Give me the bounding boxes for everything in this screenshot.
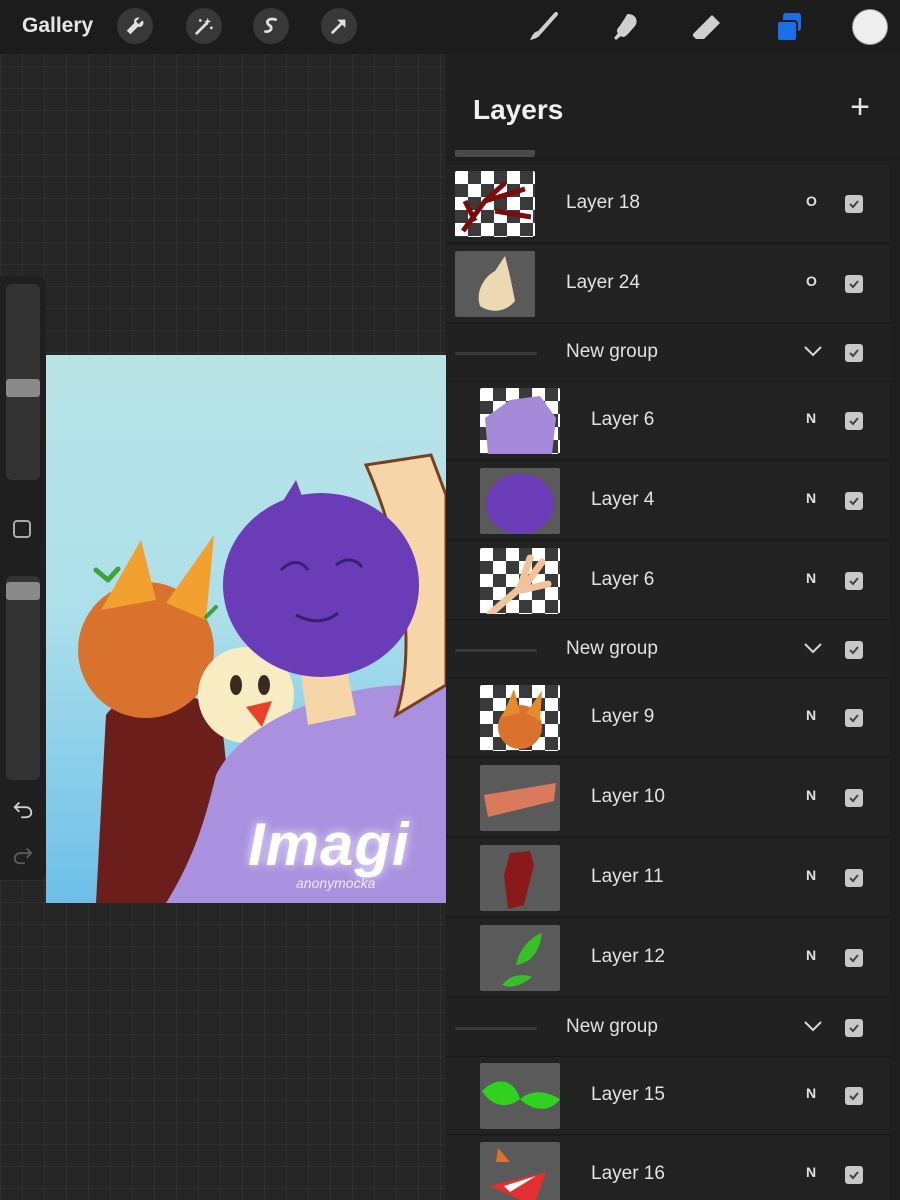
layer-row[interactable]: Layer 15 N	[446, 1056, 890, 1135]
layer-thumbnail	[480, 1062, 560, 1129]
layer-visibility-checkbox[interactable]	[845, 491, 863, 510]
layer-thumbnail	[480, 845, 560, 911]
blend-mode-button[interactable]: N	[806, 570, 816, 586]
layers-panel-title: Layers	[473, 94, 564, 125]
canvas-title-text: Imagi	[248, 811, 410, 878]
group-indicator	[455, 352, 537, 355]
blend-mode-button[interactable]: O	[806, 193, 817, 209]
blend-mode-button[interactable]: N	[806, 1164, 816, 1180]
blend-mode-button[interactable]: O	[806, 273, 817, 289]
layer-row[interactable]: Layer 18 O	[446, 165, 890, 243]
chevron-down-icon[interactable]	[802, 1015, 824, 1037]
layer-group-row[interactable]: New group	[446, 998, 890, 1057]
layer-row[interactable]: Layer 12 N	[446, 918, 890, 997]
layer-row[interactable]: Layer 24 O	[446, 245, 890, 323]
group-indicator	[455, 1026, 537, 1030]
layer-row[interactable]: Layer 10 N	[446, 759, 890, 838]
layer-name: Layer 6	[591, 568, 655, 590]
layer-visibility-checkbox[interactable]	[845, 412, 863, 430]
gallery-button[interactable]: Gallery	[22, 14, 93, 38]
group-name: New group	[566, 638, 658, 660]
layer-row[interactable]: Layer 4 N	[446, 461, 890, 540]
color-picker-button[interactable]	[852, 9, 888, 45]
modify-button[interactable]	[13, 520, 31, 538]
opacity-slider[interactable]	[6, 576, 40, 780]
layer-thumbnail	[480, 924, 560, 991]
layer-name: Layer 12	[591, 945, 665, 967]
blend-mode-button[interactable]: N	[806, 410, 816, 426]
layers-panel-header: Layers +	[446, 54, 900, 154]
left-sidebar	[0, 276, 46, 880]
layers-icon[interactable]	[771, 10, 807, 44]
blend-mode-button[interactable]: N	[806, 1085, 816, 1101]
smudge-icon[interactable]	[607, 10, 643, 44]
brush-size-slider[interactable]	[6, 284, 40, 480]
layer-name: Layer 11	[591, 866, 664, 887]
layer-visibility-checkbox[interactable]	[845, 1166, 863, 1185]
group-visibility-checkbox[interactable]	[845, 344, 863, 362]
layer-visibility-checkbox[interactable]	[845, 195, 863, 213]
group-visibility-checkbox[interactable]	[845, 641, 863, 660]
blend-mode-button[interactable]: N	[806, 490, 816, 506]
layer-visibility-checkbox[interactable]	[845, 869, 863, 887]
chevron-down-icon[interactable]	[802, 340, 824, 362]
layer-name: Layer 6	[591, 409, 655, 430]
brush-size-knob[interactable]	[6, 379, 40, 397]
layer-group-row[interactable]: New group	[446, 324, 890, 382]
group-visibility-checkbox[interactable]	[845, 1018, 863, 1037]
layer-name: Layer 10	[591, 786, 665, 808]
layer-thumbnail	[480, 388, 560, 454]
layer-name: Layer 4	[591, 488, 655, 510]
blend-mode-button[interactable]: N	[806, 947, 816, 963]
layer-group-row[interactable]: New group	[446, 621, 890, 680]
layer-thumbnail	[480, 467, 560, 534]
magic-wand-icon[interactable]	[186, 8, 222, 44]
layer-visibility-checkbox[interactable]	[845, 789, 863, 808]
undo-icon[interactable]	[12, 798, 34, 825]
eraser-icon[interactable]	[689, 10, 725, 44]
blend-mode-button[interactable]: N	[806, 787, 816, 803]
group-name: New group	[566, 341, 658, 362]
wrench-icon[interactable]	[117, 8, 153, 44]
layer-thumbnail	[480, 685, 560, 752]
layer-thumbnail	[455, 251, 535, 317]
chevron-down-icon[interactable]	[802, 637, 824, 659]
layer-name: Layer 18	[566, 192, 640, 213]
layer-thumbnail	[480, 547, 560, 614]
brush-icon[interactable]	[525, 10, 561, 44]
layer-name: Layer 15	[591, 1083, 665, 1105]
canvas-artwork[interactable]: Imagi anonymocka	[46, 355, 446, 903]
group-indicator	[455, 649, 537, 653]
selection-icon[interactable]	[253, 8, 289, 44]
transform-arrow-icon[interactable]	[321, 8, 357, 44]
layer-thumbnail	[480, 1142, 560, 1200]
layer-row[interactable]: Layer 16 N	[446, 1136, 890, 1200]
layers-panel: Layers + Layer 18 O Layer 24 O New group Laye…	[446, 54, 900, 1200]
layer-row[interactable]: Layer 6 N	[446, 382, 890, 460]
layer-row[interactable]: Layer 6 N	[446, 541, 890, 620]
layer-visibility-checkbox[interactable]	[845, 571, 863, 590]
layer-thumbnail	[455, 171, 535, 237]
layer-name: Layer 16	[591, 1163, 665, 1185]
layer-name: Layer 24	[566, 272, 640, 293]
blend-mode-button[interactable]: N	[806, 867, 816, 883]
layer-visibility-checkbox[interactable]	[845, 1086, 863, 1105]
blend-mode-button[interactable]: N	[806, 707, 816, 723]
layer-row[interactable]: Layer 11 N	[446, 839, 890, 917]
layer-thumbnail-partial	[455, 150, 535, 157]
add-layer-button[interactable]: +	[850, 90, 870, 124]
layer-name: Layer 9	[591, 706, 655, 728]
layer-visibility-checkbox[interactable]	[845, 709, 863, 728]
top-toolbar: Gallery	[0, 0, 900, 54]
group-name: New group	[566, 1015, 658, 1037]
layer-row[interactable]: Layer 9 N	[446, 679, 890, 758]
opacity-knob[interactable]	[6, 582, 40, 600]
redo-icon[interactable]	[12, 844, 34, 871]
canvas-signature-text: anonymocka	[296, 875, 376, 891]
layer-thumbnail	[480, 765, 560, 832]
layer-visibility-checkbox[interactable]	[845, 948, 863, 967]
layer-visibility-checkbox[interactable]	[845, 275, 863, 293]
